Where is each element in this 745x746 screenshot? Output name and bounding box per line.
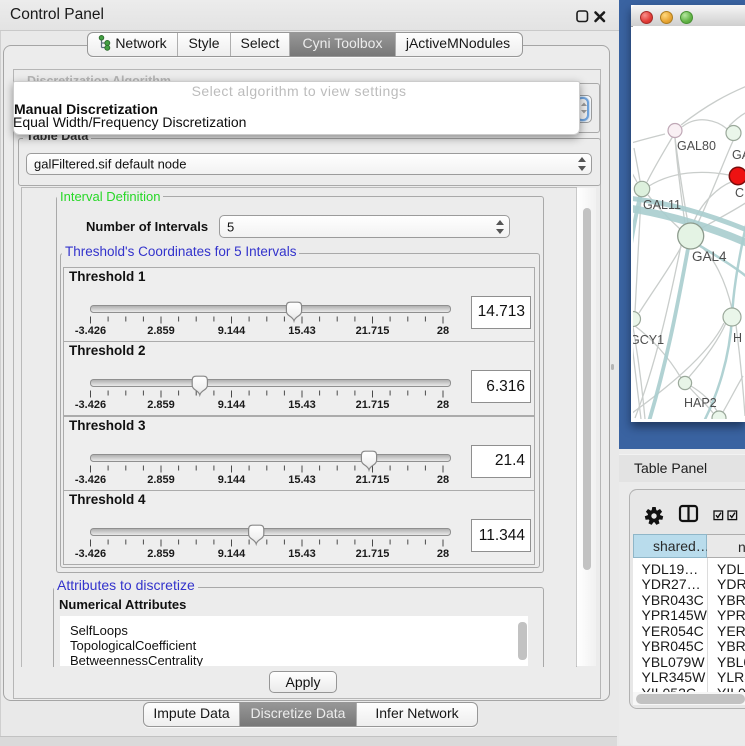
svg-text:GAL11: GAL11 bbox=[643, 198, 681, 212]
svg-text:H: H bbox=[733, 331, 742, 345]
svg-text:GAL4: GAL4 bbox=[692, 249, 727, 264]
svg-text:GCY1: GCY1 bbox=[633, 333, 664, 347]
svg-text:GA: GA bbox=[732, 148, 745, 162]
svg-text:C: C bbox=[735, 186, 744, 200]
svg-text:GAL80: GAL80 bbox=[677, 139, 716, 153]
svg-text:HAP2: HAP2 bbox=[684, 396, 717, 410]
